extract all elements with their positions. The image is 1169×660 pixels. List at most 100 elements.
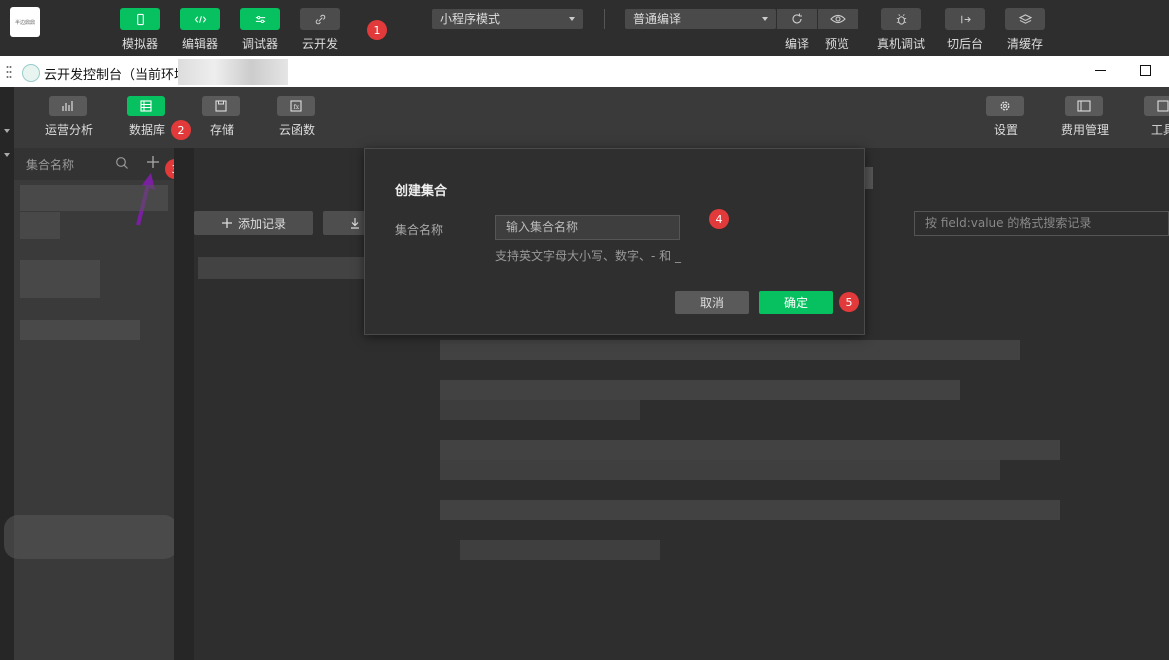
left-edge-strip <box>0 87 15 660</box>
list-item[interactable] <box>20 260 100 298</box>
top-toolbar: 半边鼎鼎 模拟器 编辑器 调试器 云开发 1 小程序模式 普通编译 编译 预览 … <box>0 0 1169 56</box>
chevron-down-icon[interactable] <box>4 153 10 157</box>
chevron-down-icon <box>569 17 575 21</box>
bug-icon <box>896 13 906 25</box>
collection-name-hint: 支持英文字母大小写、数字、- 和 _ <box>495 249 681 263</box>
switch-background-icon <box>960 15 971 23</box>
tab-cloud-functions[interactable]: fx 云函数 <box>262 96 332 138</box>
annotation-badge-4: 4 <box>709 209 729 229</box>
tab-billing[interactable]: 费用管理 <box>1050 96 1120 138</box>
mode-select-value: 小程序模式 <box>440 12 501 26</box>
annotation-badge-1: 1 <box>367 20 387 40</box>
minimize-icon[interactable] <box>1095 70 1106 71</box>
tab-storage-label: 存储 <box>209 123 234 137</box>
add-record-button[interactable]: 添加记录 <box>194 211 313 235</box>
list-item[interactable] <box>20 212 60 239</box>
cancel-label: 取消 <box>699 296 724 310</box>
editor-button[interactable] <box>180 8 220 30</box>
tab-settings[interactable]: 设置 <box>971 96 1041 138</box>
window-title: 云开发控制台（当前环境 <box>44 68 188 83</box>
mode-select[interactable]: 小程序模式 <box>432 9 583 29</box>
confirm-label: 确定 <box>783 296 808 310</box>
divider-column <box>174 148 194 660</box>
real-debug-label: 真机调试 <box>876 37 925 51</box>
add-collection-icon[interactable] <box>146 155 160 169</box>
console-window-titlebar: 云开发控制台（当前环境 <box>0 56 1169 87</box>
redacted-content <box>440 380 960 400</box>
tools-icon <box>1144 96 1169 116</box>
tab-analytics-label: 运营分析 <box>44 123 93 137</box>
refresh-icon <box>792 13 802 24</box>
simulator-button[interactable] <box>120 8 160 30</box>
billing-panel-icon <box>1065 96 1103 116</box>
simulator-label: 模拟器 <box>121 37 158 51</box>
tab-cloud-functions-label: 云函数 <box>278 123 315 137</box>
code-icon <box>194 15 206 23</box>
table-row[interactable] <box>198 257 366 279</box>
chevron-down-icon <box>762 17 768 21</box>
redacted-content <box>440 400 640 420</box>
background-label: 切后台 <box>946 37 983 51</box>
database-table-icon <box>127 96 165 116</box>
debugger-button[interactable] <box>240 8 280 30</box>
background-button[interactable] <box>945 8 985 30</box>
compile-select[interactable]: 普通编译 <box>625 9 776 29</box>
console-tab-bar: 运营分析 数据库 2 存储 fx 云函数 设置 费用管理 工具 <box>14 87 1169 148</box>
compile-button[interactable] <box>777 9 817 29</box>
redacted-content <box>440 460 1000 480</box>
cloud-button[interactable] <box>300 8 340 30</box>
svg-text:fx: fx <box>294 104 300 111</box>
tab-tools[interactable]: 工具 <box>1129 96 1169 138</box>
cloud-label: 云开发 <box>301 37 338 51</box>
chevron-down-icon[interactable] <box>4 129 10 133</box>
list-item[interactable] <box>4 515 178 559</box>
create-collection-dialog: 创建集合 集合名称 输入集合名称 支持英文字母大小写、数字、- 和 _ 4 取消… <box>364 148 865 335</box>
clear-cache-label: 清缓存 <box>1006 37 1043 51</box>
preview-button[interactable] <box>818 9 858 29</box>
bar-chart-icon <box>49 96 87 116</box>
save-disk-icon <box>202 96 240 116</box>
search-icon[interactable] <box>115 156 129 170</box>
tab-storage[interactable]: 存储 <box>187 96 257 138</box>
maximize-icon[interactable] <box>1140 65 1151 76</box>
collection-name-label: 集合名称 <box>395 223 444 237</box>
import-button[interactable] <box>323 211 368 235</box>
dialog-title: 创建集合 <box>395 184 448 199</box>
environment-name-redacted <box>178 59 288 85</box>
plus-icon <box>221 218 232 228</box>
drag-handle-icon[interactable] <box>6 65 12 79</box>
app-logo: 半边鼎鼎 <box>10 7 40 37</box>
tab-tools-label: 工具 <box>1151 123 1169 137</box>
preview-label: 预览 <box>824 37 849 51</box>
download-icon <box>351 218 359 229</box>
list-item[interactable] <box>20 185 168 211</box>
clear-cache-button[interactable] <box>1005 8 1045 30</box>
tab-settings-label: 设置 <box>993 123 1018 137</box>
phone-icon <box>136 13 144 25</box>
tab-billing-label: 费用管理 <box>1060 123 1109 137</box>
annotation-badge-5: 5 <box>839 292 859 312</box>
tab-analytics[interactable]: 运营分析 <box>34 96 104 138</box>
real-debug-button[interactable] <box>881 8 921 30</box>
confirm-button[interactable]: 确定 <box>759 291 833 314</box>
editor-label: 编辑器 <box>181 37 218 51</box>
redacted-content <box>460 540 660 560</box>
layers-icon <box>1018 13 1032 24</box>
gear-icon <box>986 96 1024 116</box>
add-record-label: 添加记录 <box>237 216 286 231</box>
eye-icon <box>830 14 846 24</box>
cloud-console-icon <box>22 64 40 82</box>
redacted-content <box>440 340 1020 360</box>
debugger-label: 调试器 <box>241 37 278 51</box>
sliders-icon <box>255 15 265 23</box>
divider <box>604 9 605 29</box>
collection-search-input[interactable]: 集合名称 <box>26 156 74 173</box>
collection-name-input[interactable]: 输入集合名称 <box>495 215 680 240</box>
record-search-input[interactable]: 按 field:value 的格式搜索记录 <box>914 211 1169 236</box>
compile-select-value: 普通编译 <box>633 12 682 26</box>
redacted-content <box>440 500 1060 520</box>
function-icon: fx <box>277 96 315 116</box>
cancel-button[interactable]: 取消 <box>675 291 749 314</box>
list-item[interactable] <box>20 320 140 340</box>
redacted-content <box>440 440 1060 460</box>
